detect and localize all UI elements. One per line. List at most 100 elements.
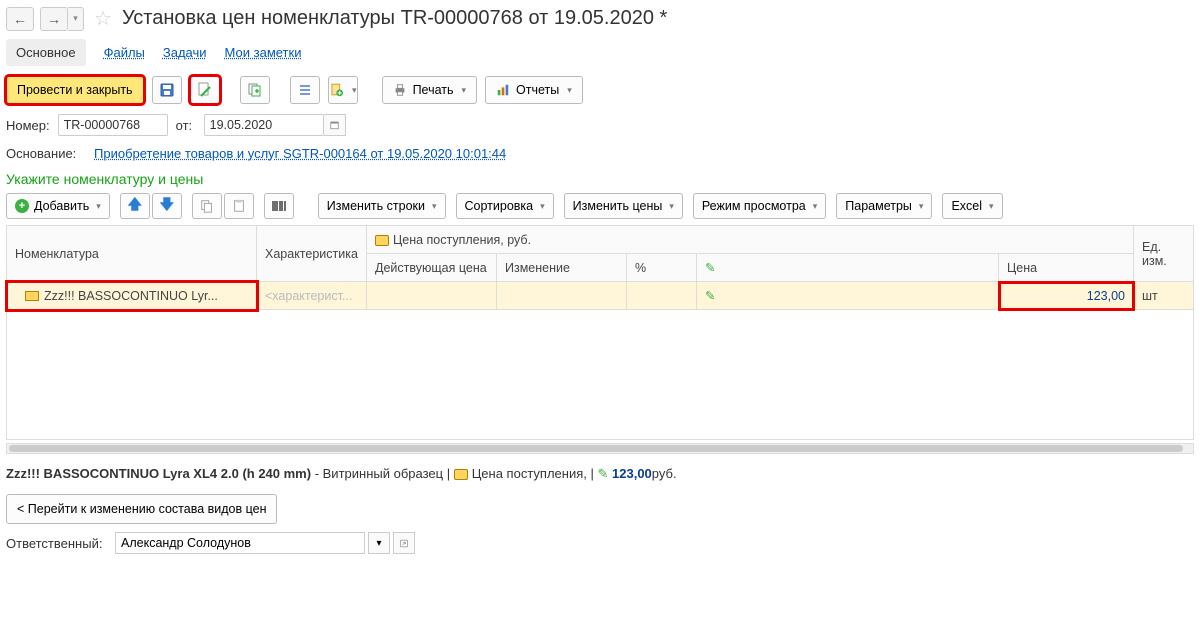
main-toolbar: Провести и закрыть ▾ Печать▾ Отчеты▾ [6, 76, 1194, 104]
tab-main[interactable]: Основное [6, 39, 86, 66]
cell-percent[interactable] [627, 282, 697, 310]
caret-icon: ▾ [919, 201, 924, 212]
tab-files[interactable]: Файлы [104, 41, 145, 64]
cell-unit: шт [1134, 282, 1194, 310]
calendar-icon [330, 119, 339, 131]
add-button[interactable]: + Добавить▾ [6, 193, 110, 219]
plus-icon: + [15, 199, 29, 213]
basis-row: Основание: Приобретение товаров и услуг … [6, 146, 1194, 161]
copy-doc-icon [247, 82, 263, 98]
caret-icon: ▾ [432, 201, 437, 212]
col-change[interactable]: Изменение [497, 254, 627, 282]
date-input[interactable] [204, 114, 324, 136]
caret-icon: ▾ [540, 201, 545, 212]
table-toolbar: + Добавить▾ 🡅 🡇 Изменить строки▾ Сортиро… [6, 193, 1194, 219]
nav-forward-button[interactable]: → [40, 7, 68, 31]
number-row: Номер: от: [6, 114, 1194, 136]
cell-current-price[interactable] [367, 282, 497, 310]
document-check-icon [197, 82, 213, 98]
caret-icon: ▾ [813, 201, 818, 212]
number-input[interactable] [58, 114, 168, 136]
tab-tasks[interactable]: Задачи [163, 41, 207, 64]
barcode-icon [271, 199, 287, 213]
header-bar: ← → ▾ ☆ Установка цен номенклатуры TR-00… [6, 6, 1194, 31]
parameters-button[interactable]: Параметры▾ [836, 193, 932, 219]
table-row[interactable]: Zzz!!! BASSOCONTINUO Lyr... <характерист… [7, 282, 1194, 310]
cell-nomenclature[interactable]: Zzz!!! BASSOCONTINUO Lyr... [7, 282, 257, 310]
price-type-icon [375, 235, 389, 246]
arrow-down-icon: 🡇 [160, 194, 174, 218]
cell-price[interactable]: 123,00 [999, 282, 1134, 310]
caret-icon: ▾ [567, 85, 572, 96]
move-up-button[interactable]: 🡅 [120, 193, 150, 219]
basis-link[interactable]: Приобретение товаров и услуг SGTR-000164… [94, 146, 506, 161]
go-to-price-types-button[interactable]: < Перейти к изменению состава видов цен [6, 494, 277, 524]
caret-icon: ▾ [669, 201, 674, 212]
open-icon [400, 538, 408, 549]
excel-button[interactable]: Excel▾ [942, 193, 1002, 219]
caret-icon: ▾ [462, 85, 467, 96]
col-pencil: ✎ [697, 254, 999, 282]
responsible-label: Ответственный: [6, 536, 111, 551]
arrow-up-icon: 🡅 [128, 194, 142, 218]
copy-document-button[interactable] [240, 76, 270, 104]
printer-icon [393, 83, 407, 97]
responsible-dropdown-button[interactable]: ▾ [368, 532, 390, 554]
status-bar: Zzz!!! BASSOCONTINUO Lyra XL4 2.0 (h 240… [6, 466, 1194, 482]
paste-row-button[interactable] [224, 193, 254, 219]
nav-dropdown[interactable]: ▾ [68, 7, 84, 31]
paste-icon [232, 199, 246, 213]
caret-icon: ▾ [96, 201, 101, 212]
move-down-button[interactable]: 🡇 [152, 193, 182, 219]
save-icon [159, 82, 175, 98]
cell-characteristic[interactable]: <характерист... [257, 282, 367, 310]
from-label: от: [176, 118, 196, 133]
col-price[interactable]: Цена [999, 254, 1134, 282]
page-title: Установка цен номенклатуры TR-00000768 о… [122, 7, 667, 30]
view-mode-button[interactable]: Режим просмотра▾ [693, 193, 826, 219]
items-table: Номенклатура Характеристика Цена поступл… [6, 225, 1194, 310]
reports-button[interactable]: Отчеты▾ [485, 76, 583, 104]
print-button[interactable]: Печать▾ [382, 76, 477, 104]
pencil-icon: ✎ [705, 289, 715, 303]
pencil-icon: ✎ [705, 261, 715, 275]
table-empty-area [6, 310, 1194, 440]
horizontal-scrollbar[interactable] [6, 443, 1194, 454]
col-percent[interactable]: % [627, 254, 697, 282]
list-button[interactable] [290, 76, 320, 104]
tab-notes[interactable]: Мои заметки [225, 41, 302, 64]
basis-label: Основание: [6, 146, 86, 161]
edit-prices-button[interactable]: Изменить цены▾ [564, 193, 683, 219]
nav-back-button[interactable]: ← [6, 7, 34, 31]
edit-rows-button[interactable]: Изменить строки▾ [318, 193, 446, 219]
copy-row-button[interactable] [192, 193, 222, 219]
number-label: Номер: [6, 118, 50, 133]
calendar-button[interactable] [324, 114, 346, 136]
star-icon[interactable]: ☆ [94, 6, 112, 31]
col-characteristic[interactable]: Характеристика [257, 226, 367, 282]
cell-change[interactable] [497, 282, 627, 310]
folder-icon [25, 291, 39, 301]
responsible-input[interactable] [115, 532, 365, 554]
col-current-price[interactable]: Действующая цена [367, 254, 497, 282]
save-button[interactable] [152, 76, 182, 104]
caret-icon: ▾ [989, 201, 994, 212]
responsible-row: Ответственный: ▾ [6, 532, 1194, 554]
post-and-close-button[interactable]: Провести и закрыть [6, 76, 144, 104]
pencil-icon: ✎ [597, 466, 608, 481]
caret-icon: ▾ [352, 85, 357, 96]
col-nomenclature[interactable]: Номенклатура [7, 226, 257, 282]
copy-icon [200, 199, 214, 213]
post-button[interactable] [190, 76, 220, 104]
responsible-open-button[interactable] [393, 532, 415, 554]
section-title: Укажите номенклатуру и цены [6, 171, 1194, 187]
col-price-group: Цена поступления, руб. [367, 226, 1134, 254]
col-unit[interactable]: Ед. изм. [1134, 226, 1194, 282]
price-type-icon [454, 469, 468, 480]
sort-button[interactable]: Сортировка▾ [456, 193, 554, 219]
barcode-button[interactable] [264, 193, 294, 219]
lines-icon [297, 82, 313, 98]
chart-icon [496, 83, 510, 97]
doc-plus-icon [329, 82, 344, 98]
structure-button[interactable]: ▾ [328, 76, 358, 104]
